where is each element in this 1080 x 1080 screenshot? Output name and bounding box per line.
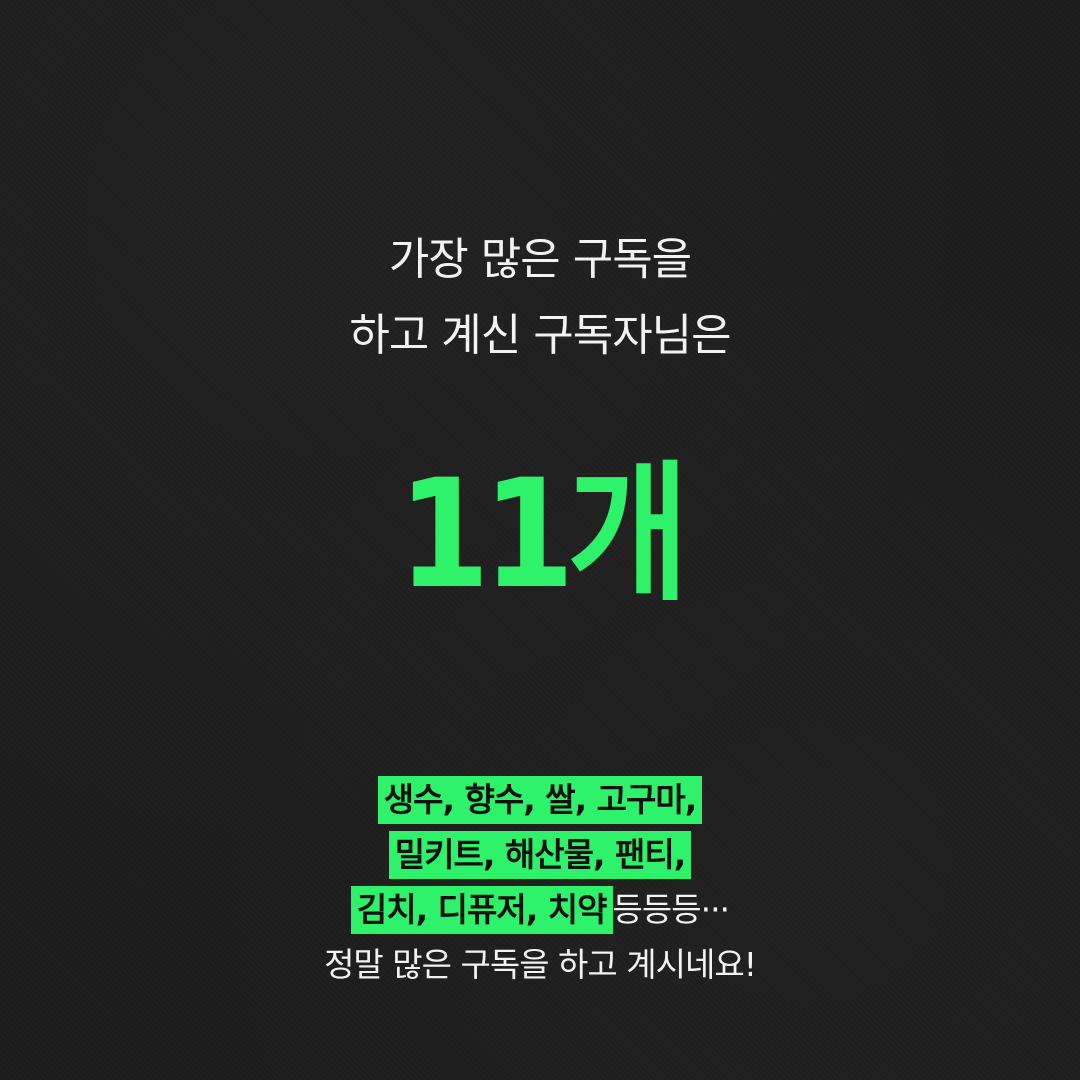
items-etc: 등등등··· <box>612 890 731 929</box>
highlighted-items-1: 생수, 향수, 쌀, 고구마, <box>377 776 703 824</box>
highlighted-items-3: 김치, 디퓨저, 치약 <box>350 886 613 934</box>
subscription-items: 생수, 향수, 쌀, 고구마, 밀키트, 해산물, 팬티, 김치, 디퓨저, 치… <box>0 772 1080 992</box>
items-line-1: 생수, 향수, 쌀, 고구마, <box>0 772 1080 827</box>
headline-line-1: 가장 많은 구독을 <box>388 234 692 285</box>
closing-text: 정말 많은 구독을 하고 계시네요! <box>324 945 757 984</box>
headline: 가장 많은 구독을 하고 계신 구독자님은 <box>0 222 1080 374</box>
items-line-3: 김치, 디퓨저, 치약 등등등··· <box>0 882 1080 937</box>
headline-line-2: 하고 계신 구독자님은 <box>349 310 731 361</box>
highlighted-items-2: 밀키트, 해산물, 팬티, <box>388 831 692 879</box>
items-line-2: 밀키트, 해산물, 팬티, <box>0 827 1080 882</box>
subscription-count: 11개 <box>397 448 689 622</box>
